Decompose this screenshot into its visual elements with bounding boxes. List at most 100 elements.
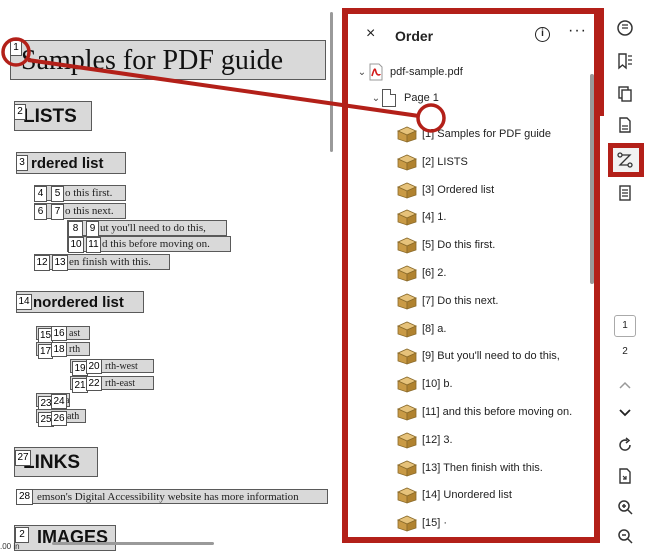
tag-box-icon — [396, 236, 422, 254]
order-tree-item[interactable]: [2] LISTS — [396, 150, 468, 174]
zoom-in-icon[interactable] — [614, 496, 636, 518]
tag-box-icon — [396, 486, 422, 504]
tag-box-icon — [396, 320, 422, 338]
order-item-label: [6] 2. — [422, 267, 447, 279]
next-page-number[interactable]: 2 — [614, 346, 636, 357]
pages-icon[interactable] — [614, 83, 636, 105]
more-options-button[interactable]: ··· — [568, 22, 587, 40]
list-text: rth — [69, 344, 81, 355]
order-tree-item[interactable]: [15] · — [396, 511, 447, 535]
list-text: en finish with this. — [69, 256, 151, 268]
chevron-down-icon[interactable] — [614, 402, 636, 424]
pdf-file-icon — [369, 63, 383, 81]
tag-number: 12 — [34, 255, 50, 271]
list-item-tag[interactable]: o this first. — [34, 185, 126, 201]
lists-heading: LISTS — [23, 106, 77, 127]
tag-number: 3 — [16, 155, 28, 171]
reading-order-icon[interactable] — [614, 149, 636, 171]
ordered-heading-tag[interactable]: rdered list — [16, 152, 126, 174]
chevron-down-icon[interactable]: ⌄ — [370, 93, 382, 104]
order-tree-item[interactable]: [16] ... — [396, 539, 453, 543]
tag-number: 1 — [10, 40, 22, 56]
document-icon[interactable] — [614, 114, 636, 136]
order-tree-item[interactable]: [1] Samples for PDF guide — [396, 122, 551, 146]
zoom-out-icon[interactable] — [614, 525, 636, 547]
tag-box-icon — [396, 514, 422, 532]
order-item-label: [13] Then finish with this. — [422, 461, 543, 474]
tree-file-row[interactable]: ⌄ pdf-sample.pdf — [356, 60, 463, 84]
chevron-down-icon[interactable]: ⌄ — [356, 67, 368, 78]
toolbar-highlight-bracket — [598, 8, 604, 116]
order-item-label: [8] a. — [422, 322, 447, 335]
tree-page-row[interactable]: ⌄ Page 1 — [370, 86, 439, 110]
tag-box-icon — [396, 208, 422, 226]
tag-number: 14 — [16, 294, 32, 310]
link-tag[interactable]: emson's Digital Accessibility website ha… — [16, 489, 328, 504]
form-icon[interactable] — [614, 182, 636, 204]
order-panel: × Order i ··· ⌄ pdf-sample.pdf ⌄ Page 1 … — [342, 8, 600, 543]
order-tree-item[interactable]: [11] and this before moving on. — [396, 400, 572, 424]
order-tree[interactable]: ⌄ pdf-sample.pdf ⌄ Page 1 [1] Samples fo… — [348, 58, 588, 543]
list-text: rth-east — [105, 378, 135, 389]
tag-number: 2 — [14, 104, 26, 120]
chevron-up-icon[interactable] — [614, 374, 636, 396]
current-page-box[interactable]: 1 — [614, 315, 636, 337]
tag-box-icon — [396, 153, 422, 171]
list-text: o this next. — [65, 205, 114, 217]
order-item-label: [7] Do this next. — [422, 294, 499, 307]
order-tree-item[interactable]: [14] Unordered list — [396, 483, 512, 507]
order-item-label: [2] LISTS — [422, 155, 468, 168]
horizontal-scrollbar[interactable] — [52, 542, 214, 545]
order-tree-item[interactable]: [8] a. — [396, 317, 446, 341]
tag-number: 4 — [34, 186, 47, 202]
order-item-label: [15] · — [422, 517, 448, 530]
order-item-label: [14] Unordered list — [422, 489, 512, 502]
tag-number: 8 — [68, 221, 83, 237]
comment-icon[interactable] — [614, 17, 636, 39]
tag-box-icon — [396, 542, 422, 543]
order-tree-item[interactable]: [4] 1. — [396, 205, 446, 229]
order-item-label: [4] 1. — [422, 211, 447, 224]
order-item-label: [10] b. — [422, 378, 453, 391]
order-tree-item[interactable]: [5] Do this first. — [396, 233, 495, 257]
tag-number: 6 — [34, 204, 47, 220]
order-item-label: [3] Ordered list — [422, 183, 495, 196]
panel-scrollbar[interactable] — [590, 74, 594, 284]
tag-number: 10 — [68, 237, 84, 253]
order-tree-item[interactable]: [7] Do this next. — [396, 289, 498, 313]
order-tree-item[interactable]: [12] 3. — [396, 428, 453, 452]
order-item-label: [9] But you'll need to do this, — [422, 350, 560, 363]
info-icon[interactable]: i — [535, 27, 550, 42]
order-tree-item[interactable]: [6] 2. — [396, 261, 446, 285]
page-export-icon[interactable] — [614, 465, 636, 487]
list-item-tag[interactable]: o this next. — [34, 203, 126, 219]
order-item-label: [12] 3. — [422, 433, 453, 446]
close-button[interactable]: × — [366, 25, 375, 43]
order-tree-item[interactable]: [13] Then finish with this. — [396, 456, 543, 480]
images-heading-tag[interactable]: IMAGES — [14, 525, 116, 551]
tag-box-icon — [396, 375, 422, 393]
order-tree-item[interactable]: [3] Ordered list — [396, 178, 494, 202]
rotate-icon[interactable] — [614, 434, 636, 456]
title-text: Samples for PDF guide — [21, 45, 284, 76]
file-name: pdf-sample.pdf — [390, 66, 463, 78]
title-tag[interactable]: Samples for PDF guide — [10, 40, 326, 80]
tag-number: 24 — [51, 394, 67, 409]
vertical-scrollbar[interactable] — [330, 12, 333, 152]
link-text: emson's Digital Accessibility website ha… — [37, 491, 299, 503]
order-tree-item[interactable]: [9] But you'll need to do this, — [396, 344, 560, 368]
tag-box-icon — [396, 125, 422, 143]
list-text: ut you'll need to do this, — [100, 222, 206, 234]
order-tree-item[interactable]: [10] b. — [396, 372, 453, 396]
tag-box-icon — [396, 347, 422, 365]
list-text: d this before moving on. — [102, 238, 210, 250]
list-text: ast — [69, 328, 81, 339]
links-heading: LINKS — [23, 452, 80, 473]
document-pane[interactable]: Samples for PDF guide 1 LISTS 2 rdered l… — [0, 0, 336, 551]
unordered-heading-tag[interactable]: nordered list — [16, 291, 144, 313]
bookmark-icon[interactable] — [614, 50, 636, 72]
tag-box-icon — [396, 292, 422, 310]
tag-number: 11 — [86, 237, 101, 253]
measure-label: .00 in — [0, 542, 20, 551]
tag-number: 22 — [86, 376, 102, 391]
